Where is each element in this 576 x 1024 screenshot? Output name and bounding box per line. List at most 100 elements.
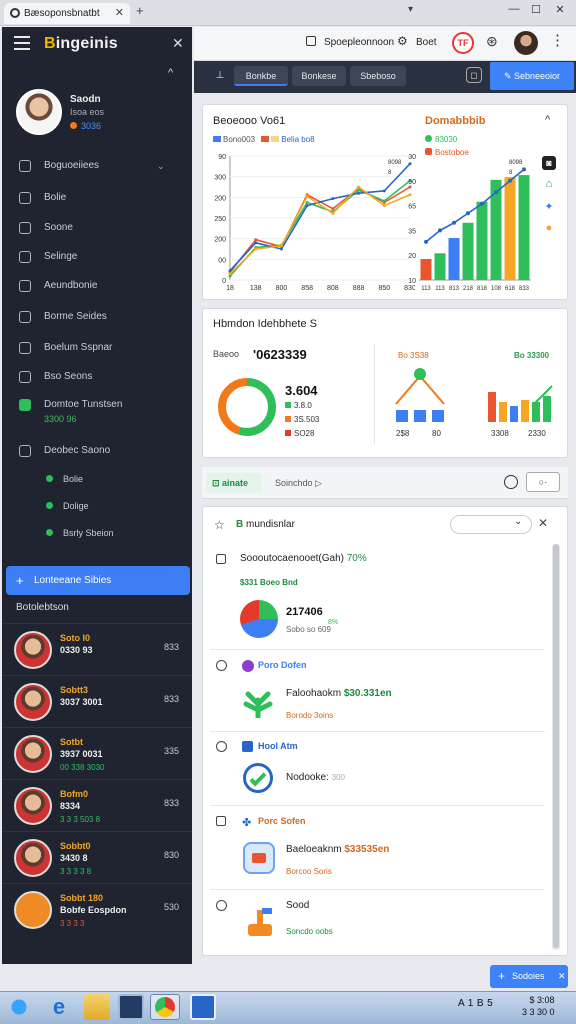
hamburger-menu-icon[interactable] [14,36,30,50]
trend-point [480,201,484,206]
star-icon[interactable]: ☆ [214,518,225,532]
radio-icon[interactable] [216,900,227,911]
sidebar-item-5[interactable]: Borme Seides [2,304,192,330]
sidebar-item-4[interactable]: Aeundbonie [2,273,192,299]
camera-icon[interactable]: ◙ [542,156,556,170]
gear-icon[interactable]: ⚙ [397,34,408,48]
scrollbar-thumb[interactable] [553,544,559,948]
close-tab-icon[interactable]: ✕ [115,3,124,24]
sidebar-item-2[interactable]: Soone [2,215,192,241]
collapse-chevron-icon[interactable]: ^ [168,67,173,79]
user-name: Sobbt 180 [60,893,104,903]
header-label[interactable]: Boet [416,37,437,48]
radio-icon[interactable] [216,660,227,671]
user-list-item[interactable]: Sotbt 3937 0031 00 338 3030 335 [2,727,192,779]
user-meta: 530 [164,902,180,912]
internet-explorer-icon[interactable]: e [46,994,72,1020]
tools-icon [248,908,272,936]
sidebar-subitem-2[interactable]: Bsrly Sbeion [44,521,184,545]
sidebar-item-plain[interactable]: Deobec Saono [2,438,192,464]
row-title[interactable]: Sood [286,900,309,911]
coin-icon[interactable]: ● [542,222,556,236]
settings-icon[interactable]: ⊛ [486,33,498,50]
user-name: Bofm0 [60,789,89,799]
system-tray[interactable]: A 1 B 5 [458,998,493,1009]
row-checkbox[interactable] [216,816,226,826]
file-explorer-icon[interactable] [84,994,110,1020]
tab-1[interactable]: Bonkese [292,66,346,86]
x-tick-label: 858 [301,285,313,292]
close-icon[interactable]: ✕ [558,965,566,988]
profile-role: Isoa eos [70,107,105,117]
app-shield-icon[interactable] [118,994,144,1020]
legend-swatch [271,136,280,142]
sidebar-item-7[interactable]: Bso Seons [2,364,192,390]
data-point [382,189,386,193]
y-tick-label: 00 [218,257,226,264]
y-tick-label: 90 [218,154,226,161]
row-subtitle: Borcoo Soris [286,867,332,876]
sidebar-subitem-1[interactable]: Dolige [44,494,184,518]
toolbar-icon[interactable]: ⊥ [212,67,228,85]
row-checkbox[interactable] [216,554,226,564]
user-name: Sobbt0 [60,841,91,851]
radio-icon[interactable] [216,741,227,752]
strip-options-button[interactable]: ○· [526,472,560,492]
sidebar-close-icon[interactable]: ✕ [172,35,184,52]
row-title[interactable]: Porc Sofen [258,816,306,826]
y-tick-label: 0 [222,278,226,285]
tab-active[interactable]: ⊡ ainate [206,473,262,493]
floating-action-button[interactable]: + Sodoies ✕ [490,965,568,988]
refresh-icon[interactable] [504,475,518,489]
sidebar-item-1[interactable]: Bolie [2,185,192,211]
avatar[interactable] [514,31,538,55]
window-close-button[interactable]: ✕ [550,3,570,16]
tab-inactive[interactable]: Soinchdo ▷ [275,478,322,489]
data-point [331,207,335,211]
sidebar-item-0[interactable]: Boguoeiiees ⌄ [2,153,192,179]
edit-icon: ✎ [503,71,514,81]
notification-badge[interactable]: TF [452,32,474,54]
user-list-item[interactable]: Sobbt 180 Bobfe Eospdon 3 3 3 3 530 [2,883,192,935]
new-tab-button[interactable]: + [136,3,144,18]
row-title[interactable]: Poro Dofen [258,660,307,670]
user-value: 3037 3001 [60,697,103,707]
start-button-icon[interactable] [6,994,32,1020]
profile-name: Saodn [70,94,101,105]
sidebar-item-3[interactable]: Selinge [2,244,192,270]
app-window-icon[interactable] [190,994,216,1020]
tab-dropdown-icon[interactable]: ▾ [408,4,413,15]
user-list-item[interactable]: Soto I0 0330 93 833 [2,623,192,675]
clock[interactable]: $ 3:08 3 3 30 0 [522,994,555,1018]
data-point [305,194,309,198]
user-list-item[interactable]: Sobtt3 3037 3001 833 [2,675,192,727]
series-line-2 [229,163,411,272]
close-icon[interactable]: ✕ [538,516,548,530]
sidebar-subitem-0[interactable]: Bolie [44,467,184,491]
sidebar-item-label: Bolie [44,192,67,203]
primary-action-button[interactable]: ✎ Sebneeoior [490,62,574,90]
sidebar-active-item[interactable]: + Lonteeane Sibies [6,566,190,595]
tab-2[interactable]: Sbeboso [350,66,406,86]
data-point [279,247,283,251]
card-collapse-icon[interactable]: ^ [545,114,550,126]
tab-0[interactable]: Bonkbe [234,66,288,86]
data-point [228,272,232,276]
chrome-icon[interactable] [150,994,180,1020]
home-icon[interactable]: ⌂ [542,178,556,192]
chevron-down-icon[interactable]: ⌄ [514,516,522,527]
toolbar-square-button[interactable]: ◻ [466,67,482,83]
user-list-item[interactable]: Sobbt0 3430 8 3 3 3 3 8 830 [2,831,192,883]
user-list-item[interactable]: Bofm0 8334 3 3 3 503 8 833 [2,779,192,831]
profile-avatar[interactable] [16,89,62,135]
sparkle-icon[interactable]: ✦ [542,200,556,214]
minimize-button[interactable]: — [504,3,524,15]
row-title[interactable]: Hool Atm [258,741,298,751]
maximize-button[interactable]: ☐ [526,3,546,16]
sidebar-item-6[interactable]: Boelum Sspnar [2,335,192,361]
browser-tab[interactable]: Bæsoponsbnatbt ✕ [4,3,130,24]
header-link[interactable]: Spoepleonnoon [324,37,394,48]
sidebar-item-green[interactable]: Domtoe Tunstsen [2,392,192,418]
x-tick-label: 113 [421,286,431,292]
more-options-icon[interactable]: ⋮ [550,31,565,49]
